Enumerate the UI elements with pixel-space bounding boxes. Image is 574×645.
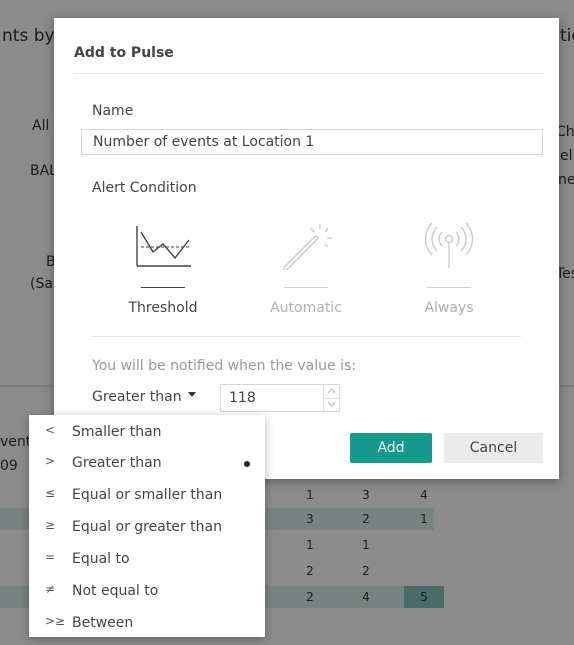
less-than-icon: < [45,423,56,437]
menu-item-not-equal-to[interactable]: ≠ Not equal to [29,576,265,606]
not-equal-icon: ≠ [45,582,56,596]
increment-button[interactable] [323,385,339,399]
menu-item-label: Between [72,615,134,631]
option-underline [427,287,471,288]
option-threshold[interactable]: Threshold [103,218,223,328]
menu-item-smaller-than[interactable]: < Smaller than [29,417,265,447]
condition-select[interactable]: Greater than [92,389,182,405]
option-label: Automatic [270,300,342,316]
menu-item-greater-than[interactable]: > Greater than [29,448,265,478]
menu-item-label: Greater than [72,455,162,471]
menu-item-label: Equal to [72,551,130,567]
menu-item-between[interactable]: >≥ Between [29,608,265,638]
cancel-button[interactable]: Cancel [444,433,543,463]
title-divider [74,73,543,74]
menu-item-label: Equal or smaller than [72,487,223,503]
option-label: Threshold [128,300,198,316]
menu-item-label: Smaller than [72,424,162,440]
option-automatic[interactable]: Automatic [246,218,366,328]
option-underline [284,287,328,288]
magic-wand-icon [283,224,332,270]
equals-icon: = [45,550,56,564]
option-always[interactable]: Always [389,218,509,328]
less-or-equal-icon: ≤ [45,486,56,500]
greater-than-icon: > [45,454,56,468]
menu-item-equal-or-smaller[interactable]: ≤ Equal or smaller than [29,480,265,510]
menu-item-label: Equal or greater than [72,519,222,535]
threshold-value-input[interactable]: 118 [220,384,340,412]
between-icon: >≥ [45,614,66,628]
add-to-pulse-dialog: Add to Pulse Name Number of events at Lo… [54,18,559,479]
menu-item-equal-to[interactable]: = Equal to [29,544,265,574]
chevron-up-icon [327,388,336,394]
options-divider [91,336,521,337]
selected-dot-icon [244,461,250,467]
chevron-down-icon[interactable] [188,392,196,397]
threshold-chart-icon [136,226,191,267]
antenna-icon [424,222,474,268]
threshold-value: 118 [229,390,256,406]
name-label: Name [92,103,134,119]
chevron-down-icon [327,401,336,407]
dialog-title: Add to Pulse [74,45,174,61]
option-label: Always [424,300,474,316]
name-input[interactable]: Number of events at Location 1 [81,129,543,155]
greater-or-equal-icon: ≥ [45,518,56,532]
menu-item-label: Not equal to [72,583,159,599]
decrement-button[interactable] [323,398,339,411]
add-button[interactable]: Add [350,433,432,463]
alert-condition-label: Alert Condition [92,180,197,196]
option-underline [141,287,185,288]
condition-dropdown-menu: < Smaller than > Greater than ≤ Equal or… [29,415,265,637]
menu-item-equal-or-greater[interactable]: ≥ Equal or greater than [29,512,265,542]
notify-text: You will be notified when the value is: [92,358,356,374]
